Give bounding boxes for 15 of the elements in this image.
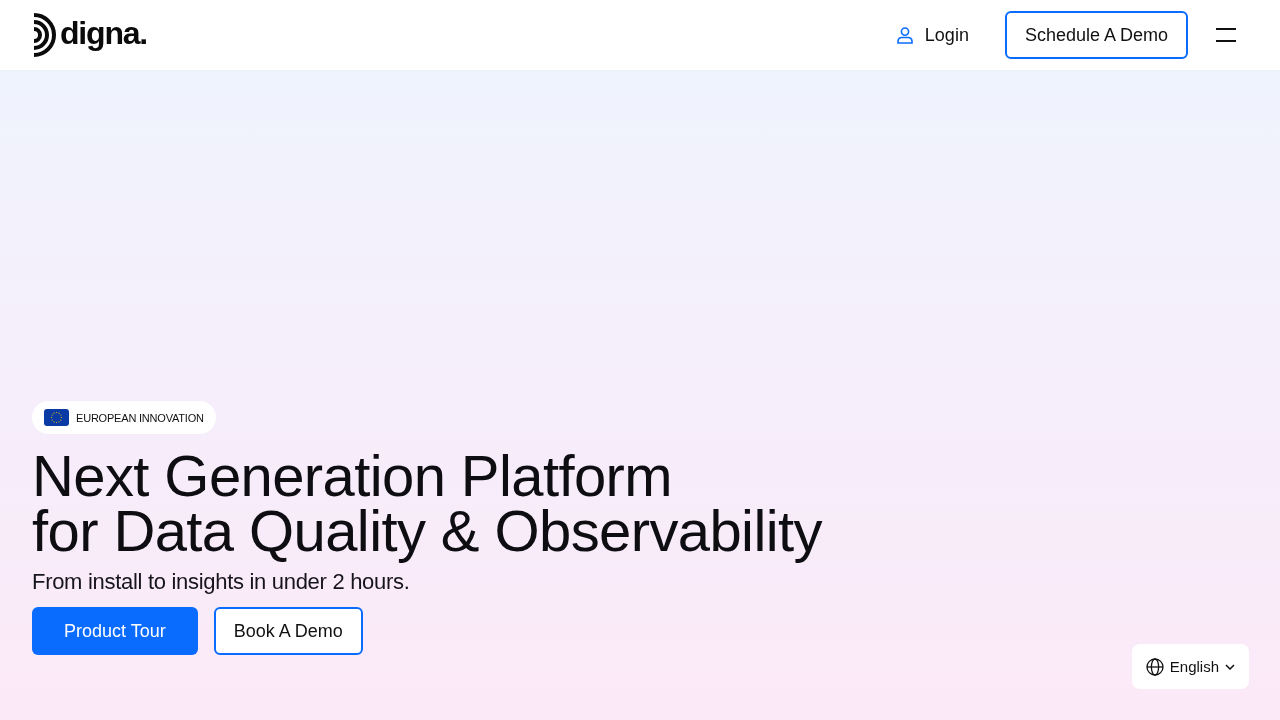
book-demo-button[interactable]: Book A Demo xyxy=(213,607,363,655)
menu-icon[interactable] xyxy=(1216,28,1236,42)
hero-subtitle: From install to insights in under 2 hours. xyxy=(32,568,410,596)
badge-label: EUROPEAN INNOVATION xyxy=(76,411,204,424)
login-link[interactable]: Login xyxy=(896,24,969,46)
schedule-demo-button[interactable]: Schedule A Demo xyxy=(1004,11,1188,59)
language-selector[interactable]: English xyxy=(1131,644,1249,689)
eu-flag-icon xyxy=(44,409,69,426)
globe-icon xyxy=(1145,657,1164,676)
chevron-down-icon xyxy=(1225,663,1235,670)
logo-arcs-icon xyxy=(32,13,56,57)
product-tour-button[interactable]: Product Tour xyxy=(32,607,198,655)
hero-heading: Next Generation Platform for Data Quality & Observability xyxy=(32,442,822,565)
user-icon xyxy=(896,26,913,44)
logo-wordmark[interactable]: digna. xyxy=(60,17,148,49)
